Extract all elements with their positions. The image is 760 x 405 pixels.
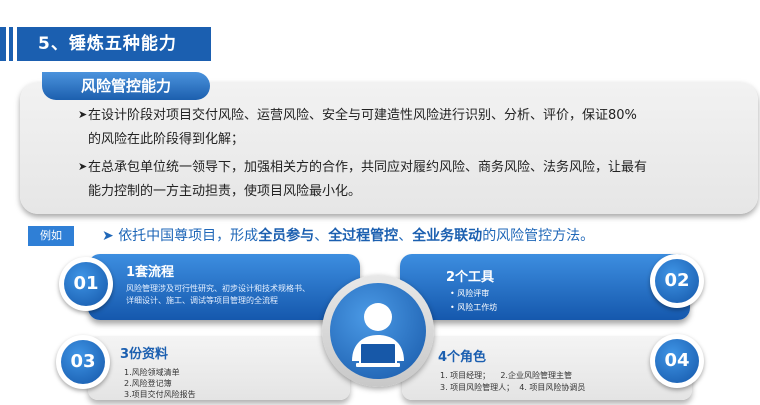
badge-02-number: 02 (655, 259, 699, 303)
card-roles-title: 4个角色 (438, 350, 487, 365)
paragraph-2-line-2: 能力控制的一方主动担责，使项目风险最小化。 (88, 184, 362, 199)
example-text-post: 的风险管控方法。 (482, 228, 595, 244)
card-documents-item-3: 3.项目交付风险报告 (124, 390, 196, 399)
paragraph-1-line-2: 的风险在此阶段得到化解； (88, 132, 245, 147)
example-arrow-icon: ➤ (102, 228, 114, 244)
paragraph-2-line-1: 在总承包单位统一领导下，加强相关方的合作，共同应对履约风险、商务风险、法务风险，… (88, 160, 648, 175)
card-roles-line-2: 3. 项目风险管理人； 4. 项目风险协调员 (440, 383, 586, 392)
card-tools (400, 254, 690, 320)
bullet-arrow-icon: ➤ (78, 160, 88, 173)
example-sep-2: 、 (398, 228, 413, 244)
panel-tag-label: 风险管控能力 (80, 77, 171, 95)
card-process-desc-2: 详细设计、施工、调试等项目管理的全流程 (126, 296, 278, 305)
page-title: 5、锤炼五种能力 (38, 34, 177, 54)
card-tools-title: 2个工具 (446, 270, 495, 285)
example-sep-1: 、 (314, 228, 329, 244)
header-accent-bar (0, 27, 6, 61)
bullet-arrow-icon: ➤ (78, 108, 88, 121)
badge-03-number: 03 (61, 340, 105, 384)
example-sentence: ➤ 依托中国尊项目，形成全员参与、全过程管控、全业务联动的风险管控方法。 (102, 224, 594, 248)
example-tag: 例如 (28, 226, 74, 246)
card-documents-title: 3份资料 (120, 347, 169, 362)
example-bold-3: 全业务联动 (412, 228, 483, 244)
card-process-title: 1套流程 (126, 265, 175, 280)
header-accent-bar (9, 27, 13, 61)
example-text-pre: 依托中国尊项目，形成 (118, 228, 259, 244)
example-bold-1: 全员参与 (258, 228, 315, 244)
badge-04-number: 04 (655, 339, 699, 383)
badge-01-number: 01 (64, 262, 108, 306)
card-tools-item-1: • 风险评审 (450, 289, 490, 298)
user-at-laptop-icon (352, 303, 404, 367)
card-process-desc-1: 风险管理涉及可行性研究、初步设计和技术规格书、 (126, 284, 310, 293)
paragraph-1-line-1: 在设计阶段对项目交付风险、运营风险、安全与可建造性风险进行识别、分析、评价，保证… (88, 108, 637, 123)
card-tools-item-2: • 风险工作坊 (450, 303, 498, 312)
card-roles-line-1: 1. 项目经理； 2.企业风险管理主管 (440, 371, 572, 380)
example-bold-2: 全过程管控 (328, 228, 399, 244)
